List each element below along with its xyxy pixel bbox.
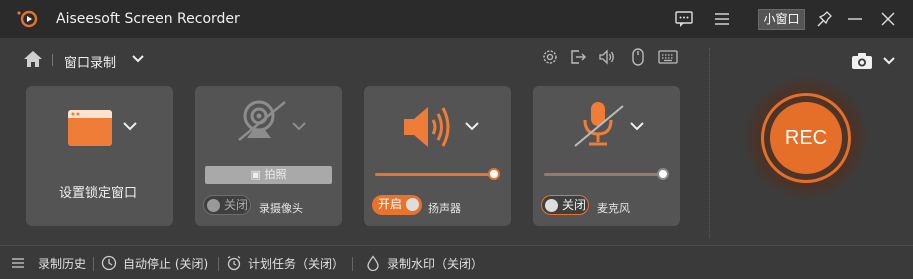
mic-toggle-label: 关闭 — [562, 198, 587, 212]
speaker-settings-icon[interactable] — [597, 47, 617, 67]
speaker-volume-thumb[interactable] — [488, 168, 500, 180]
close-icon[interactable] — [878, 9, 898, 29]
webcam-toggle[interactable]: 关闭 — [203, 195, 251, 215]
record-history-label: 录制历史 — [38, 256, 87, 271]
speaker-volume-slider[interactable] — [375, 173, 494, 176]
speaker-toggle-label: 开启 — [378, 197, 403, 211]
screenshot-camera-icon[interactable] — [851, 52, 873, 70]
take-photo-button[interactable]: ▣ 拍照 — [205, 166, 332, 184]
chevron-down-icon[interactable] — [629, 120, 645, 132]
webcam-toggle-label: 关闭 — [224, 198, 249, 212]
webcam-name: 录摄像头 — [259, 202, 303, 215]
bottom-bar: 录制历史 自动停止 (关闭) 计划任务（关闭） 录制水印（关闭） — [0, 245, 913, 279]
home-icon[interactable] — [23, 50, 43, 68]
schedule-task-label: 计划任务（关闭） — [248, 256, 345, 271]
chevron-down-icon[interactable] — [291, 120, 307, 132]
window-card[interactable]: 设置锁定窗口 — [26, 86, 173, 226]
record-history-button[interactable]: 录制历史 — [10, 246, 86, 279]
mic-toggle[interactable]: 关闭 — [541, 195, 589, 215]
webcam-off-icon — [238, 100, 286, 141]
watermark-label: 录制水印（关闭） — [387, 256, 484, 271]
window-icon — [68, 110, 112, 146]
rec-button[interactable]: REC — [770, 102, 842, 174]
toggle-knob — [545, 199, 558, 212]
mode-separator — [52, 54, 53, 66]
chevron-down-icon[interactable] — [122, 120, 138, 132]
feedback-icon[interactable] — [674, 9, 694, 29]
schedule-task-button[interactable]: 计划任务（关闭） — [226, 246, 344, 279]
title-bar: Aiseesoft Screen Recorder 小窗口 — [0, 0, 913, 38]
export-icon[interactable] — [568, 47, 588, 67]
app-logo-icon — [17, 10, 38, 28]
toggle-knob — [207, 199, 220, 212]
microphone-card[interactable]: 关闭 麦克风 — [533, 86, 680, 226]
speaker-toggle[interactable]: 开启 — [372, 195, 422, 215]
settings-gear-icon[interactable] — [540, 47, 560, 67]
panel-divider — [709, 48, 710, 238]
mouse-icon[interactable] — [628, 47, 648, 67]
pin-icon[interactable] — [814, 9, 834, 29]
speaker-card[interactable]: 开启 扬声器 — [364, 86, 511, 226]
menu-icon[interactable] — [712, 9, 732, 29]
auto-stop-label: 自动停止 (关闭) — [123, 256, 209, 271]
window-card-label: 设置锁定窗口 — [59, 186, 138, 201]
chevron-down-icon[interactable] — [882, 55, 896, 67]
speaker-icon — [404, 107, 450, 147]
auto-stop-button[interactable]: 自动停止 (关闭) — [101, 246, 208, 279]
webcam-card[interactable]: ▣ 拍照 关闭 录摄像头 — [195, 86, 342, 226]
clock-icon — [101, 255, 117, 271]
bottom-separator — [352, 257, 353, 271]
watermark-button[interactable]: 录制水印（关闭） — [365, 246, 483, 279]
mode-row: 窗口录制 — [0, 38, 700, 82]
speaker-name: 扬声器 — [428, 202, 461, 215]
microphone-off-icon — [574, 102, 624, 147]
bottom-separator — [218, 257, 219, 271]
mode-label[interactable]: 窗口录制 — [64, 52, 116, 71]
water-drop-icon — [367, 255, 379, 271]
bottom-separator — [93, 257, 94, 271]
toggle-knob — [406, 198, 419, 211]
app-title: Aiseesoft Screen Recorder — [56, 11, 240, 27]
chevron-down-icon[interactable] — [131, 53, 145, 65]
mic-volume-thumb[interactable] — [657, 168, 669, 180]
take-photo-label: 拍照 — [264, 168, 287, 181]
mic-name: 麦克风 — [597, 202, 630, 215]
chevron-down-icon[interactable] — [464, 120, 480, 132]
minimize-icon[interactable] — [845, 9, 865, 29]
history-list-icon — [12, 258, 24, 268]
mic-volume-slider[interactable] — [544, 173, 663, 176]
camera-icon: ▣ — [250, 168, 261, 181]
keyboard-icon[interactable] — [658, 47, 678, 67]
alarm-clock-icon — [227, 255, 241, 271]
mini-window-button[interactable]: 小窗口 — [758, 9, 805, 30]
